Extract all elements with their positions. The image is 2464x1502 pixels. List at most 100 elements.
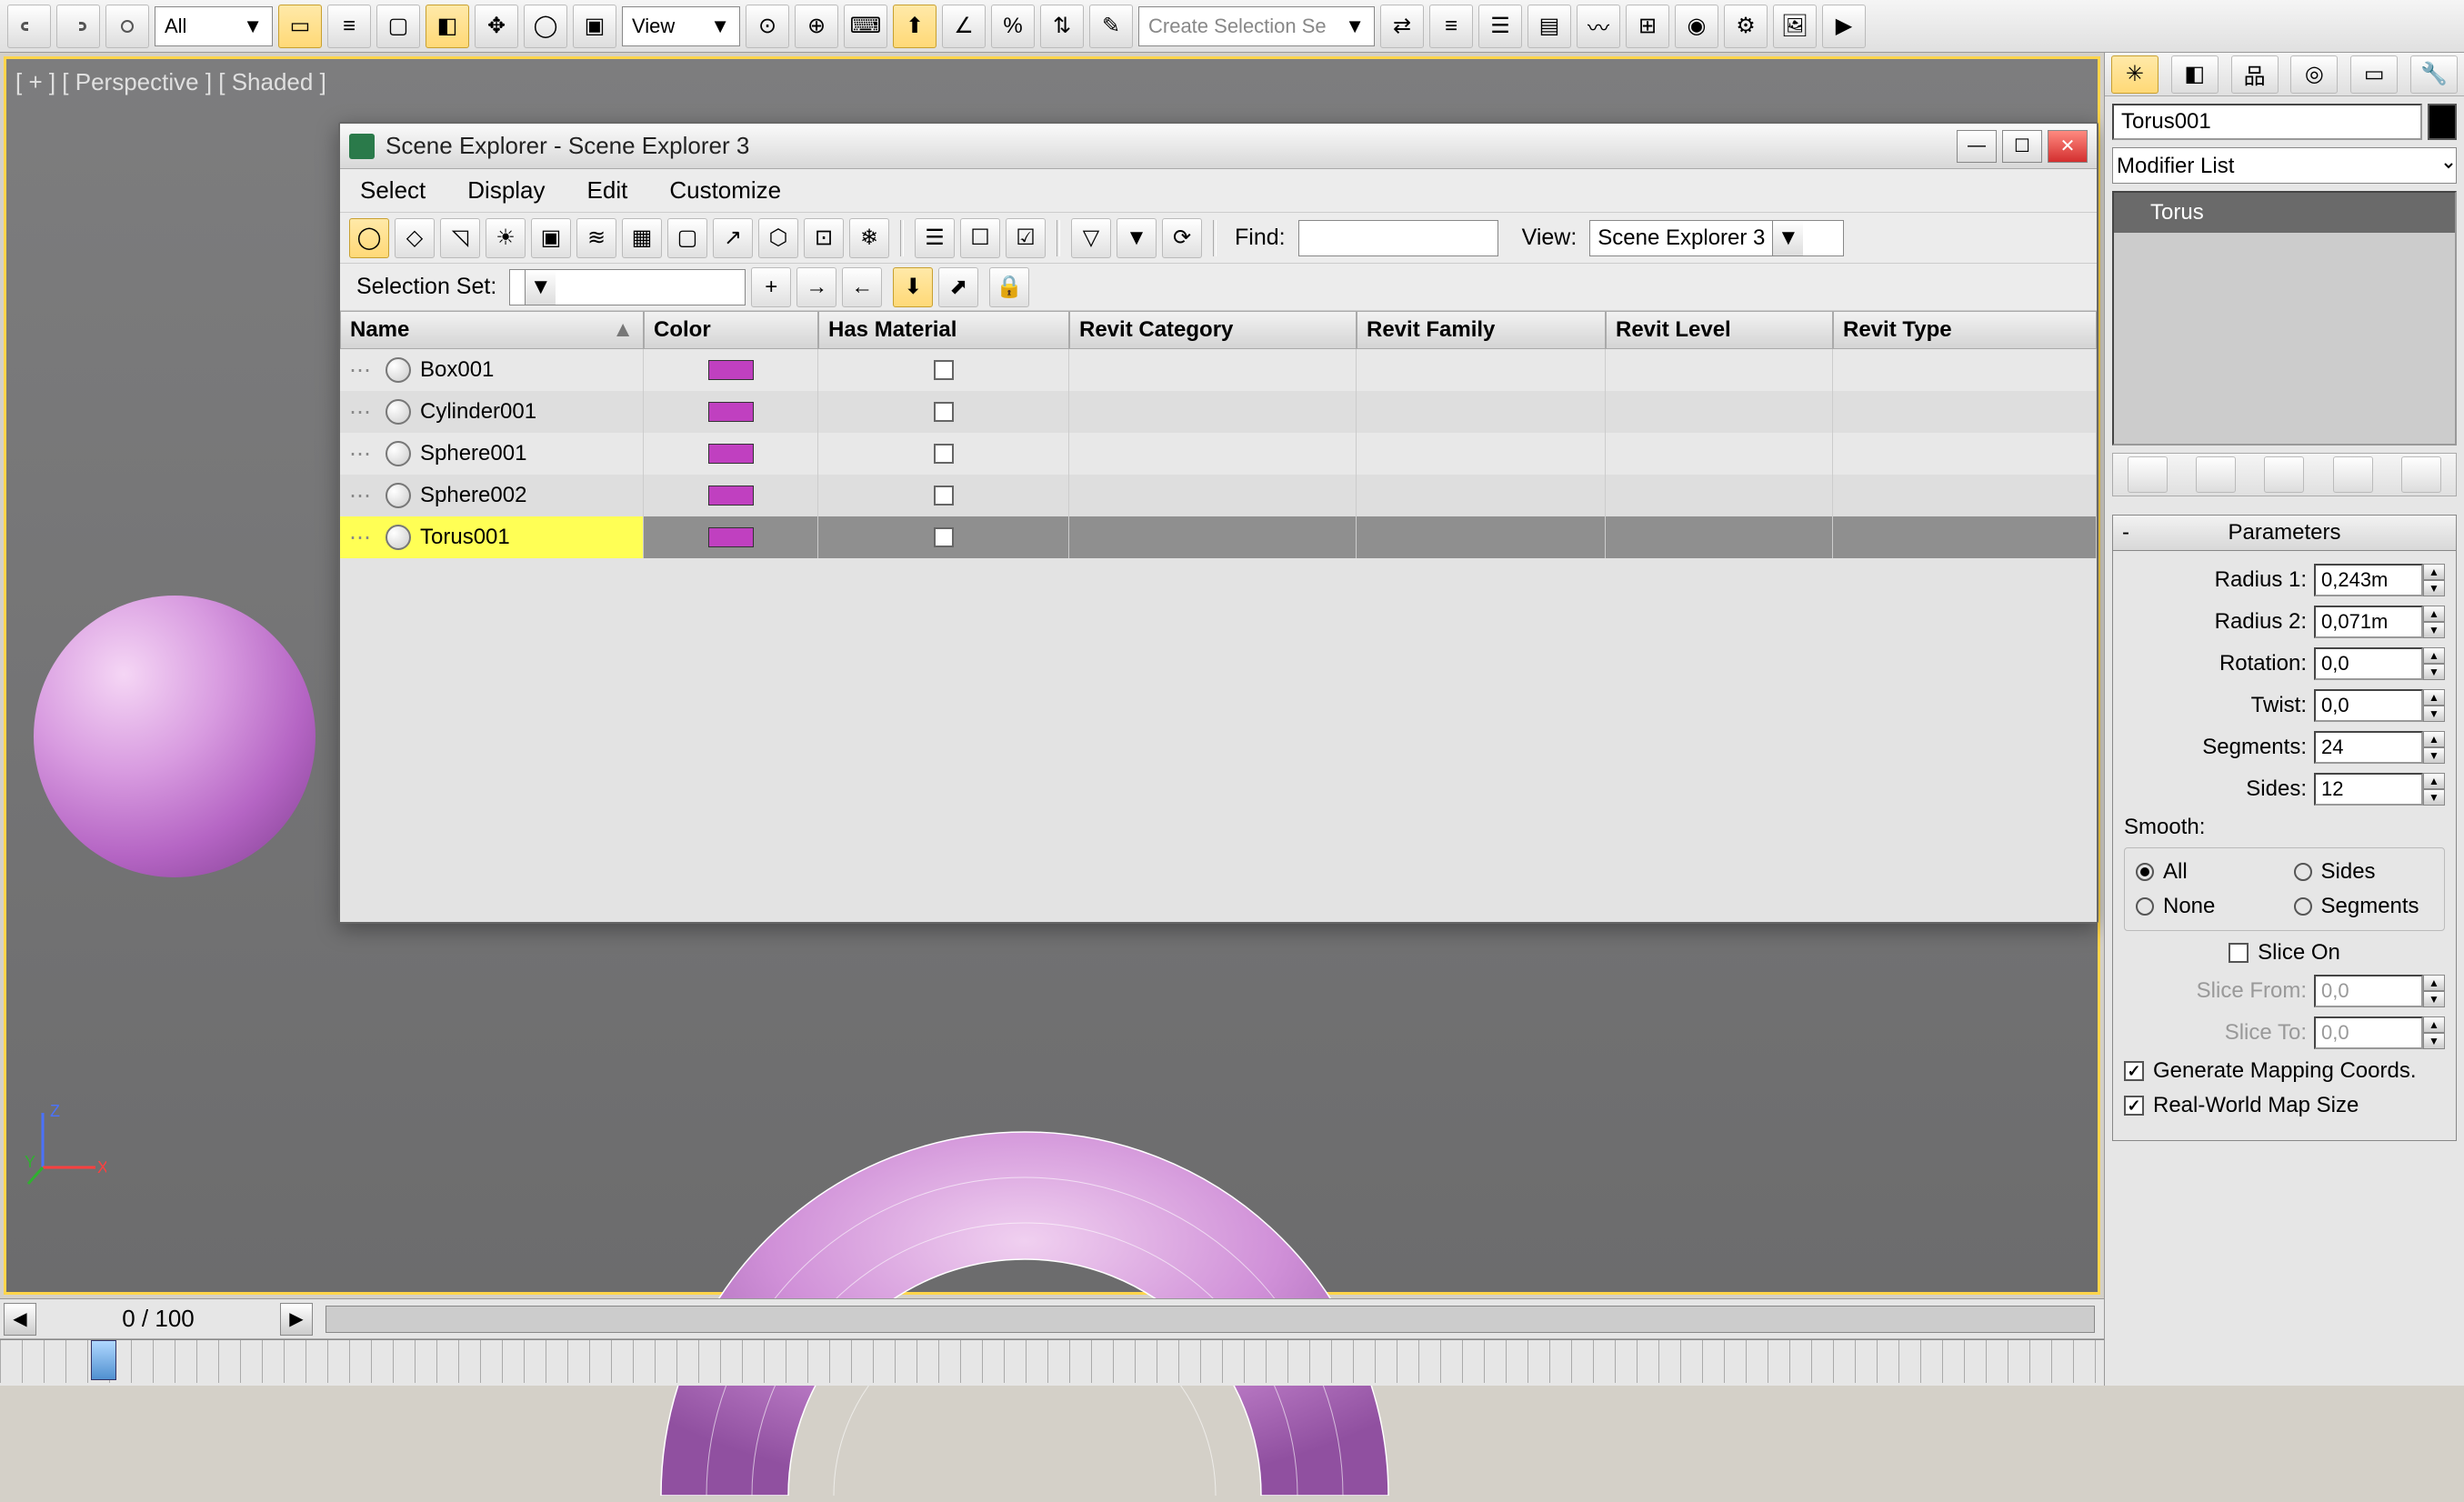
manipulate-icon[interactable]: ⊕ bbox=[795, 5, 838, 48]
tab-display[interactable]: ▭ bbox=[2350, 55, 2398, 94]
view-list-icon[interactable]: ☰ bbox=[915, 218, 955, 258]
pin-stack-icon[interactable] bbox=[2128, 456, 2168, 493]
scene-explorer-titlebar[interactable]: Scene Explorer - Scene Explorer 3 — ☐ ✕ bbox=[340, 124, 2097, 169]
material-editor-icon[interactable]: ◉ bbox=[1675, 5, 1718, 48]
render-icon[interactable]: ▶ bbox=[1822, 5, 1866, 48]
select-object-icon[interactable]: ▭ bbox=[278, 5, 322, 48]
render-setup-icon[interactable]: ⚙ bbox=[1724, 5, 1768, 48]
gen-mapping-checkbox[interactable]: ✓Generate Mapping Coords. bbox=[2124, 1058, 2445, 1084]
view-dropdown[interactable]: Scene Explorer 3 ▼ bbox=[1589, 220, 1844, 256]
chevron-down-icon[interactable]: ▼ bbox=[1772, 221, 1803, 255]
selset-remove-icon[interactable]: ← bbox=[842, 267, 882, 307]
display-cameras-icon[interactable]: ▣ bbox=[531, 218, 571, 258]
find-input[interactable] bbox=[1298, 220, 1498, 256]
display-all-icon[interactable]: ◯ bbox=[349, 218, 389, 258]
link-icon[interactable] bbox=[7, 5, 51, 48]
display-lights-icon[interactable]: ☀ bbox=[486, 218, 526, 258]
tab-hierarchy[interactable]: 品 bbox=[2231, 55, 2279, 94]
modifier-stack[interactable]: Torus bbox=[2112, 191, 2457, 446]
cell-has-material[interactable] bbox=[818, 349, 1069, 391]
window-crossing-icon[interactable]: ◧ bbox=[426, 5, 469, 48]
display-helpers-icon[interactable]: ≋ bbox=[576, 218, 616, 258]
selset-add-icon[interactable]: → bbox=[796, 267, 836, 307]
snap-toggle-icon[interactable]: ⬆ bbox=[893, 5, 937, 48]
tab-utilities[interactable]: 🔧 bbox=[2410, 55, 2458, 94]
display-shapes-icon[interactable]: ◹ bbox=[440, 218, 480, 258]
display-geometry-icon[interactable]: ◇ bbox=[395, 218, 435, 258]
col-revit-type[interactable]: Revit Type bbox=[1833, 311, 2097, 349]
selection-set-dropdown[interactable]: ▼ bbox=[509, 269, 746, 305]
col-color[interactable]: Color bbox=[644, 311, 818, 349]
cell-color[interactable] bbox=[644, 516, 818, 558]
minimize-button[interactable]: — bbox=[1957, 130, 1997, 163]
layers-icon[interactable]: ☰ bbox=[1478, 5, 1522, 48]
scale-icon[interactable]: ▣ bbox=[573, 5, 616, 48]
table-row[interactable]: ⋯Cylinder001 bbox=[340, 391, 2097, 433]
spinner-down-icon[interactable]: ▼ bbox=[2423, 580, 2445, 596]
cell-color[interactable] bbox=[644, 349, 818, 391]
cell-has-material[interactable] bbox=[818, 433, 1069, 475]
table-row[interactable]: ⋯Sphere001 bbox=[340, 433, 2097, 475]
smooth-none-radio[interactable]: None bbox=[2136, 894, 2276, 919]
edit-named-icon[interactable]: ✎ bbox=[1089, 5, 1133, 48]
maximize-button[interactable]: ☐ bbox=[2002, 130, 2042, 163]
menu-customize[interactable]: Customize bbox=[669, 176, 781, 205]
smooth-all-radio[interactable]: All bbox=[2136, 859, 2276, 885]
table-row[interactable]: ⋯Sphere002 bbox=[340, 475, 2097, 516]
segments-input[interactable] bbox=[2314, 731, 2423, 764]
display-groups-icon[interactable]: ▢ bbox=[667, 218, 707, 258]
view-checked-icon[interactable]: ☑ bbox=[1006, 218, 1046, 258]
filter-icon[interactable]: ▽ bbox=[1071, 218, 1111, 258]
rotate-icon[interactable]: ◯ bbox=[524, 5, 567, 48]
smooth-sides-radio[interactable]: Sides bbox=[2294, 859, 2434, 885]
filter-selected-icon[interactable]: ▼ bbox=[1117, 218, 1157, 258]
sides-input[interactable] bbox=[2314, 773, 2423, 806]
tab-motion[interactable]: ◎ bbox=[2290, 55, 2338, 94]
ref-coord-dropdown[interactable]: View▼ bbox=[622, 6, 740, 46]
radius2-input[interactable] bbox=[2314, 606, 2423, 638]
cell-color[interactable] bbox=[644, 475, 818, 516]
rectangular-region-icon[interactable]: ▢ bbox=[376, 5, 420, 48]
remove-modifier-icon[interactable] bbox=[2333, 456, 2373, 493]
schematic-icon[interactable]: ⊞ bbox=[1626, 5, 1669, 48]
align-icon[interactable]: ≡ bbox=[1429, 5, 1473, 48]
menu-select[interactable]: Select bbox=[360, 176, 426, 205]
display-spacewarps-icon[interactable]: ▦ bbox=[622, 218, 662, 258]
cell-color[interactable] bbox=[644, 391, 818, 433]
pivot-icon[interactable]: ⊙ bbox=[746, 5, 789, 48]
sync-selection-icon[interactable]: ⟳ bbox=[1162, 218, 1202, 258]
timeline-thumb[interactable] bbox=[91, 1340, 116, 1380]
cell-color[interactable] bbox=[644, 433, 818, 475]
spinner-snap-icon[interactable]: ⇅ bbox=[1040, 5, 1084, 48]
timeline-ruler[interactable] bbox=[0, 1339, 2104, 1383]
view-checkbox-icon[interactable]: ☐ bbox=[960, 218, 1000, 258]
named-selection-dropdown[interactable]: Create Selection Se▼ bbox=[1138, 6, 1375, 46]
radius1-input[interactable] bbox=[2314, 564, 2423, 596]
angle-snap-icon[interactable]: ∠ bbox=[942, 5, 986, 48]
display-containers-icon[interactable]: ⊡ bbox=[804, 218, 844, 258]
tab-modify[interactable]: ◧ bbox=[2171, 55, 2219, 94]
tab-create[interactable]: ✳ bbox=[2111, 55, 2159, 94]
viewport-label[interactable]: [ + ] [ Perspective ] [ Shaded ] bbox=[15, 68, 326, 96]
slice-on-checkbox[interactable]: Slice On bbox=[2124, 940, 2445, 966]
col-has-material[interactable]: Has Material bbox=[818, 311, 1069, 349]
select-by-name-icon[interactable]: ≡ bbox=[327, 5, 371, 48]
percent-snap-icon[interactable]: % bbox=[991, 5, 1035, 48]
selection-filter-dropdown[interactable]: All▼ bbox=[155, 6, 273, 46]
stack-item-torus[interactable]: Torus bbox=[2114, 193, 2455, 233]
configure-sets-icon[interactable] bbox=[2401, 456, 2441, 493]
object-name-input[interactable] bbox=[2112, 104, 2422, 140]
layer-explorer-icon[interactable]: ▤ bbox=[1527, 5, 1571, 48]
unlink-icon[interactable] bbox=[56, 5, 100, 48]
col-name[interactable]: Name▲ bbox=[340, 311, 644, 349]
torus-object[interactable] bbox=[570, 1041, 1479, 1496]
object-color-swatch[interactable] bbox=[2428, 104, 2457, 140]
col-revit-family[interactable]: Revit Family bbox=[1357, 311, 1606, 349]
modifier-list-dropdown[interactable]: Modifier List bbox=[2112, 147, 2457, 184]
col-revit-level[interactable]: Revit Level bbox=[1606, 311, 1833, 349]
timeline-left-button[interactable]: ◀ bbox=[4, 1303, 36, 1336]
display-bone-icon[interactable]: ⬡ bbox=[758, 218, 798, 258]
close-button[interactable]: ✕ bbox=[2048, 130, 2088, 163]
cell-has-material[interactable] bbox=[818, 516, 1069, 558]
spinner-up-icon[interactable]: ▲ bbox=[2423, 564, 2445, 580]
